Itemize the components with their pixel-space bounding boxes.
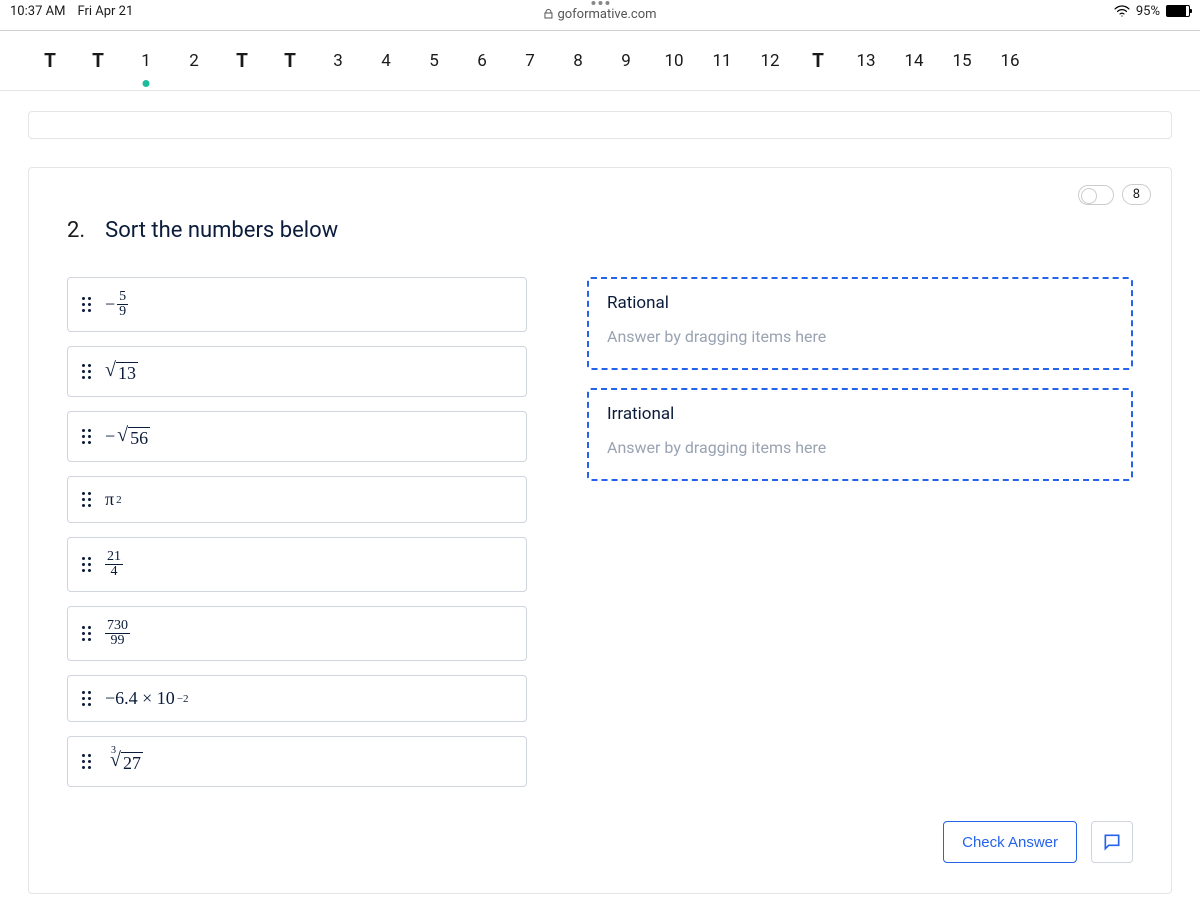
nav-item-16[interactable]: 16 [986,51,1034,71]
drop-zone-rational[interactable]: Rational Answer by dragging items here [587,277,1133,370]
drag-handle-icon[interactable] [82,626,91,641]
math-expression: 73099 [105,619,130,648]
math-expression: π2 [105,489,122,510]
drop-zone-title: Irrational [607,404,1113,424]
math-expression: 214 [105,550,123,579]
math-expression: 3√27 [105,749,143,774]
nav-item-7[interactable]: 7 [506,51,554,71]
nav-item-13[interactable]: 13 [842,51,890,71]
draggable-item[interactable]: 214 [67,537,527,592]
points-badge: 8 [1078,184,1151,205]
nav-item-T[interactable]: T [794,49,842,72]
nav-item-10[interactable]: 10 [650,51,698,71]
math-expression: − 59 [105,290,128,319]
math-expression: −6.4 × 10−2 [105,688,189,709]
browser-url[interactable]: goformative.com [543,7,656,22]
nav-item-15[interactable]: 15 [938,51,986,71]
draggable-item[interactable]: 73099 [67,606,527,661]
multitask-dots-icon[interactable] [591,1,609,5]
nav-item-9[interactable]: 9 [602,51,650,71]
nav-item-T[interactable]: T [266,49,314,72]
wifi-icon [1114,5,1130,17]
nav-item-1[interactable]: 1 [122,51,170,71]
draggable-item[interactable]: π2 [67,476,527,523]
nav-item-6[interactable]: 6 [458,51,506,71]
nav-item-4[interactable]: 4 [362,51,410,71]
question-card: 8 2. Sort the numbers below − 59 √13 − √56… [28,167,1172,894]
nav-item-11[interactable]: 11 [698,51,746,71]
status-date: Fri Apr 21 [77,4,133,19]
drag-handle-icon[interactable] [82,691,91,706]
draggable-item[interactable]: −6.4 × 10−2 [67,675,527,722]
question-number: 2. [67,218,85,243]
drop-zone-hint: Answer by dragging items here [607,438,1113,457]
draggable-items-column: − 59 √13 − √56 π2 214 73099 −6.4 × 10−2 3√27 [67,277,527,787]
url-text: goformative.com [557,7,656,22]
battery-icon [1166,5,1190,17]
drop-zones-column: RationalAnswer by dragging items hereIrr… [587,277,1133,787]
battery-percent: 95% [1136,4,1160,19]
nav-item-8[interactable]: 8 [554,51,602,71]
question-title: Sort the numbers below [105,218,338,243]
math-expression: √13 [105,359,138,384]
drop-zone-irrational[interactable]: Irrational Answer by dragging items here [587,388,1133,481]
draggable-item[interactable]: √13 [67,346,527,397]
drag-handle-icon[interactable] [82,557,91,572]
math-expression: − √56 [105,424,150,449]
drag-handle-icon[interactable] [82,364,91,379]
drag-handle-icon[interactable] [82,429,91,444]
nav-item-T[interactable]: T [26,49,74,72]
status-bar: 10:37 AM Fri Apr 21 goformative.com 95% [0,0,1200,22]
drag-handle-icon[interactable] [82,754,91,769]
drop-zone-title: Rational [607,293,1113,313]
draggable-item[interactable]: − √56 [67,411,527,462]
nav-item-3[interactable]: 3 [314,51,362,71]
check-answer-button[interactable]: Check Answer [943,821,1077,863]
toggle-switch[interactable] [1078,185,1114,205]
drag-handle-icon[interactable] [82,297,91,312]
nav-item-12[interactable]: 12 [746,51,794,71]
draggable-item[interactable]: − 59 [67,277,527,332]
drop-zone-hint: Answer by dragging items here [607,327,1113,346]
nav-item-T[interactable]: T [218,49,266,72]
question-nav: TT12TT3456789101112T13141516 [0,31,1200,91]
chat-button[interactable] [1091,821,1133,863]
nav-item-14[interactable]: 14 [890,51,938,71]
nav-item-2[interactable]: 2 [170,51,218,71]
previous-question-card [28,111,1172,139]
chat-icon [1102,832,1122,852]
lock-icon [543,9,553,19]
points-value: 8 [1122,184,1151,205]
status-time: 10:37 AM [10,4,65,19]
drag-handle-icon[interactable] [82,492,91,507]
nav-item-5[interactable]: 5 [410,51,458,71]
draggable-item[interactable]: 3√27 [67,736,527,787]
nav-item-T[interactable]: T [74,49,122,72]
